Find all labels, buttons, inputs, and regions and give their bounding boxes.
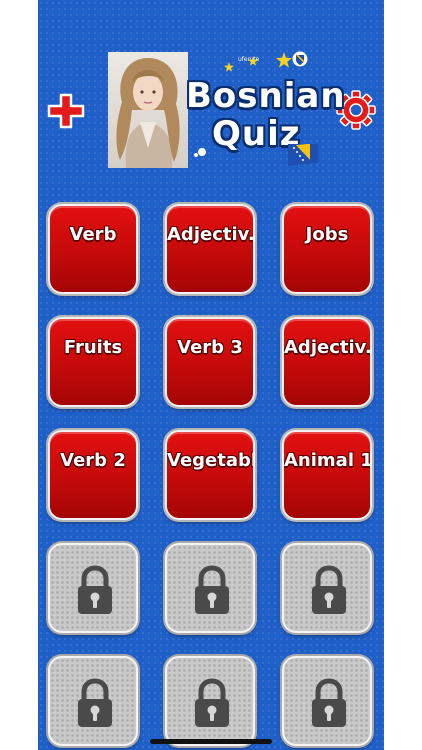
quiz-banner: ufen te Bosnian Quiz [108,48,345,173]
category-tile-verb[interactable]: Verb [48,204,138,294]
category-label: Verb 3 [177,337,243,358]
locked-tile[interactable] [48,543,138,633]
category-label: Jobs [305,224,349,245]
star-icon [276,52,292,68]
speech-dots-icon [194,148,206,157]
app-screen: ufen te Bosnian Quiz Verb Adjectiv Jobs … [38,0,384,750]
lock-icon [195,565,229,614]
locked-tile[interactable] [282,656,372,746]
lock-icon [195,678,229,727]
lock-icon [78,565,112,614]
girl-portrait-image [108,52,188,168]
home-indicator[interactable] [150,739,272,744]
small-caption: ufen te [238,56,260,63]
locked-tile[interactable] [165,656,255,746]
category-label: Adjectiv... [167,224,253,245]
category-label: Fruits [63,337,123,358]
category-tile-adjective-2[interactable]: Adjectiv... [282,317,372,407]
lock-icon [312,678,346,727]
category-tile-jobs[interactable]: Jobs [282,204,372,294]
star-icon [224,62,234,72]
category-tile-fruits[interactable]: Fruits [48,317,138,407]
lock-icon [78,678,112,727]
category-label: Verb 2 [60,450,126,471]
lock-icon [312,565,346,614]
title-line-1: Bosnian [186,76,346,116]
category-label: Verb [69,224,117,245]
category-tile-animal-1[interactable]: Animal 1 [282,430,372,520]
category-label: Vegetabl... [167,450,253,471]
coat-of-arms-icon [292,51,308,67]
category-label: Animal 1 [284,450,370,471]
category-tile-adjective[interactable]: Adjectiv... [165,204,255,294]
locked-tile[interactable] [282,543,372,633]
category-tile-verb-2[interactable]: Verb 2 [48,430,138,520]
category-tile-verb-3[interactable]: Verb 3 [165,317,255,407]
plus-icon[interactable] [46,92,86,130]
bosnia-flag-icon [288,144,318,166]
category-label: Adjectiv... [284,337,370,358]
category-tile-vegetables[interactable]: Vegetabl... [165,430,255,520]
star-icon [248,56,258,66]
locked-tile[interactable] [48,656,138,746]
locked-tile[interactable] [165,543,255,633]
